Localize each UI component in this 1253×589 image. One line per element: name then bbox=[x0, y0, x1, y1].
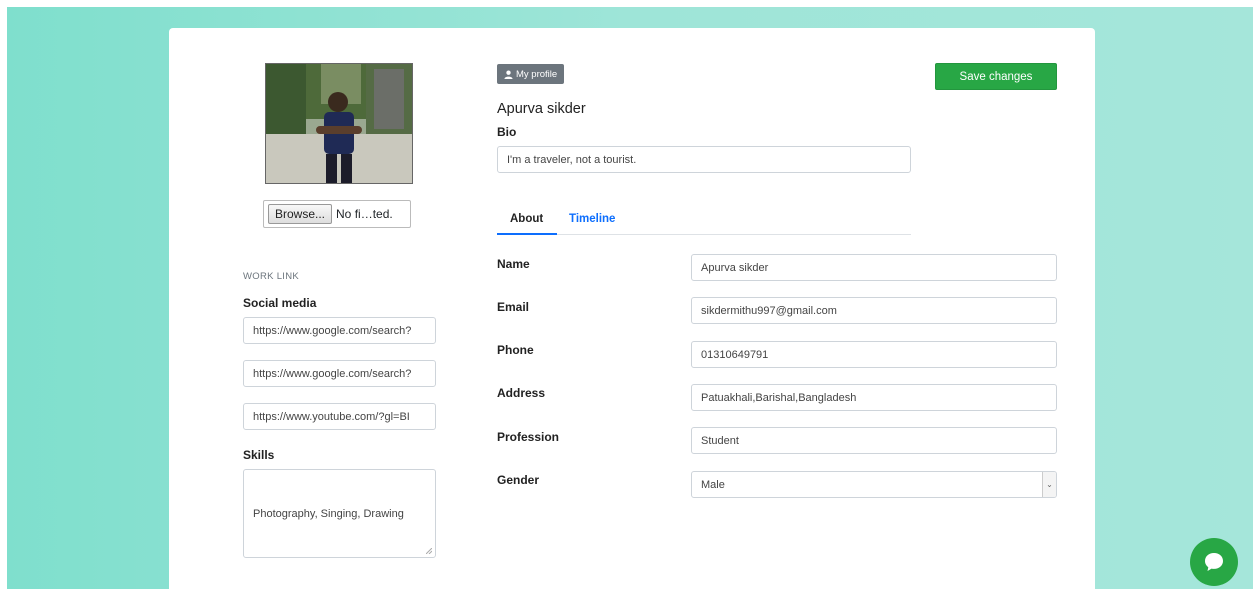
name-label: Name bbox=[497, 257, 530, 271]
gender-label: Gender bbox=[497, 473, 540, 487]
address-label: Address bbox=[497, 386, 546, 400]
tab-timeline[interactable]: Timeline bbox=[569, 213, 615, 225]
chat-bubble-icon bbox=[1205, 553, 1223, 571]
bio-input[interactable]: I'm a traveler, not a tourist. bbox=[497, 146, 911, 173]
email-label: Email bbox=[497, 300, 530, 314]
profession-input[interactable]: Student bbox=[691, 427, 1057, 454]
social-link-input-2[interactable]: https://www.google.com/search? bbox=[243, 360, 436, 387]
skills-label: Skills bbox=[243, 448, 275, 462]
gender-select[interactable]: Male ⌄ bbox=[691, 471, 1057, 498]
user-icon bbox=[504, 70, 513, 79]
badge-label: My profile bbox=[516, 68, 558, 80]
profession-label: Profession bbox=[497, 430, 560, 444]
tab-active-indicator bbox=[497, 233, 557, 235]
profile-display-name: Apurva sikder bbox=[497, 101, 586, 117]
tabs-divider bbox=[497, 234, 911, 235]
social-link-input-1[interactable]: https://www.google.com/search? bbox=[243, 317, 436, 344]
file-status-text: No fi…ted. bbox=[336, 207, 393, 221]
email-input[interactable]: sikdermithu997@gmail.com bbox=[691, 297, 1057, 324]
address-input[interactable]: Patuakhali,Barishal,Bangladesh bbox=[691, 384, 1057, 411]
skills-textarea[interactable]: Photography, Singing, Drawing bbox=[243, 469, 436, 558]
skills-text: Photography, Singing, Drawing bbox=[253, 507, 404, 520]
name-input[interactable]: Apurva sikder bbox=[691, 254, 1057, 281]
chat-button[interactable] bbox=[1190, 538, 1238, 586]
social-media-label: Social media bbox=[243, 296, 317, 310]
bio-label: Bio bbox=[497, 125, 517, 139]
profile-photo bbox=[265, 63, 413, 184]
gender-selected-value: Male bbox=[701, 478, 725, 491]
phone-label: Phone bbox=[497, 343, 534, 357]
work-link-heading: WORK LINK bbox=[243, 271, 300, 282]
social-link-input-3[interactable]: https://www.youtube.com/?gl=BI bbox=[243, 403, 436, 430]
photo-file-input[interactable]: Browse... No fi…ted. bbox=[263, 200, 411, 228]
browse-button[interactable]: Browse... bbox=[268, 204, 333, 224]
save-changes-button[interactable]: Save changes bbox=[935, 63, 1057, 90]
resize-handle-icon[interactable] bbox=[426, 548, 432, 554]
my-profile-badge: My profile bbox=[497, 64, 565, 84]
tab-about[interactable]: About bbox=[510, 213, 543, 225]
profile-card: Browse... No fi…ted. WORK LINK Social me… bbox=[169, 28, 1095, 589]
phone-input[interactable]: 01310649791 bbox=[691, 341, 1057, 368]
chevron-down-icon[interactable]: ⌄ bbox=[1042, 472, 1056, 497]
